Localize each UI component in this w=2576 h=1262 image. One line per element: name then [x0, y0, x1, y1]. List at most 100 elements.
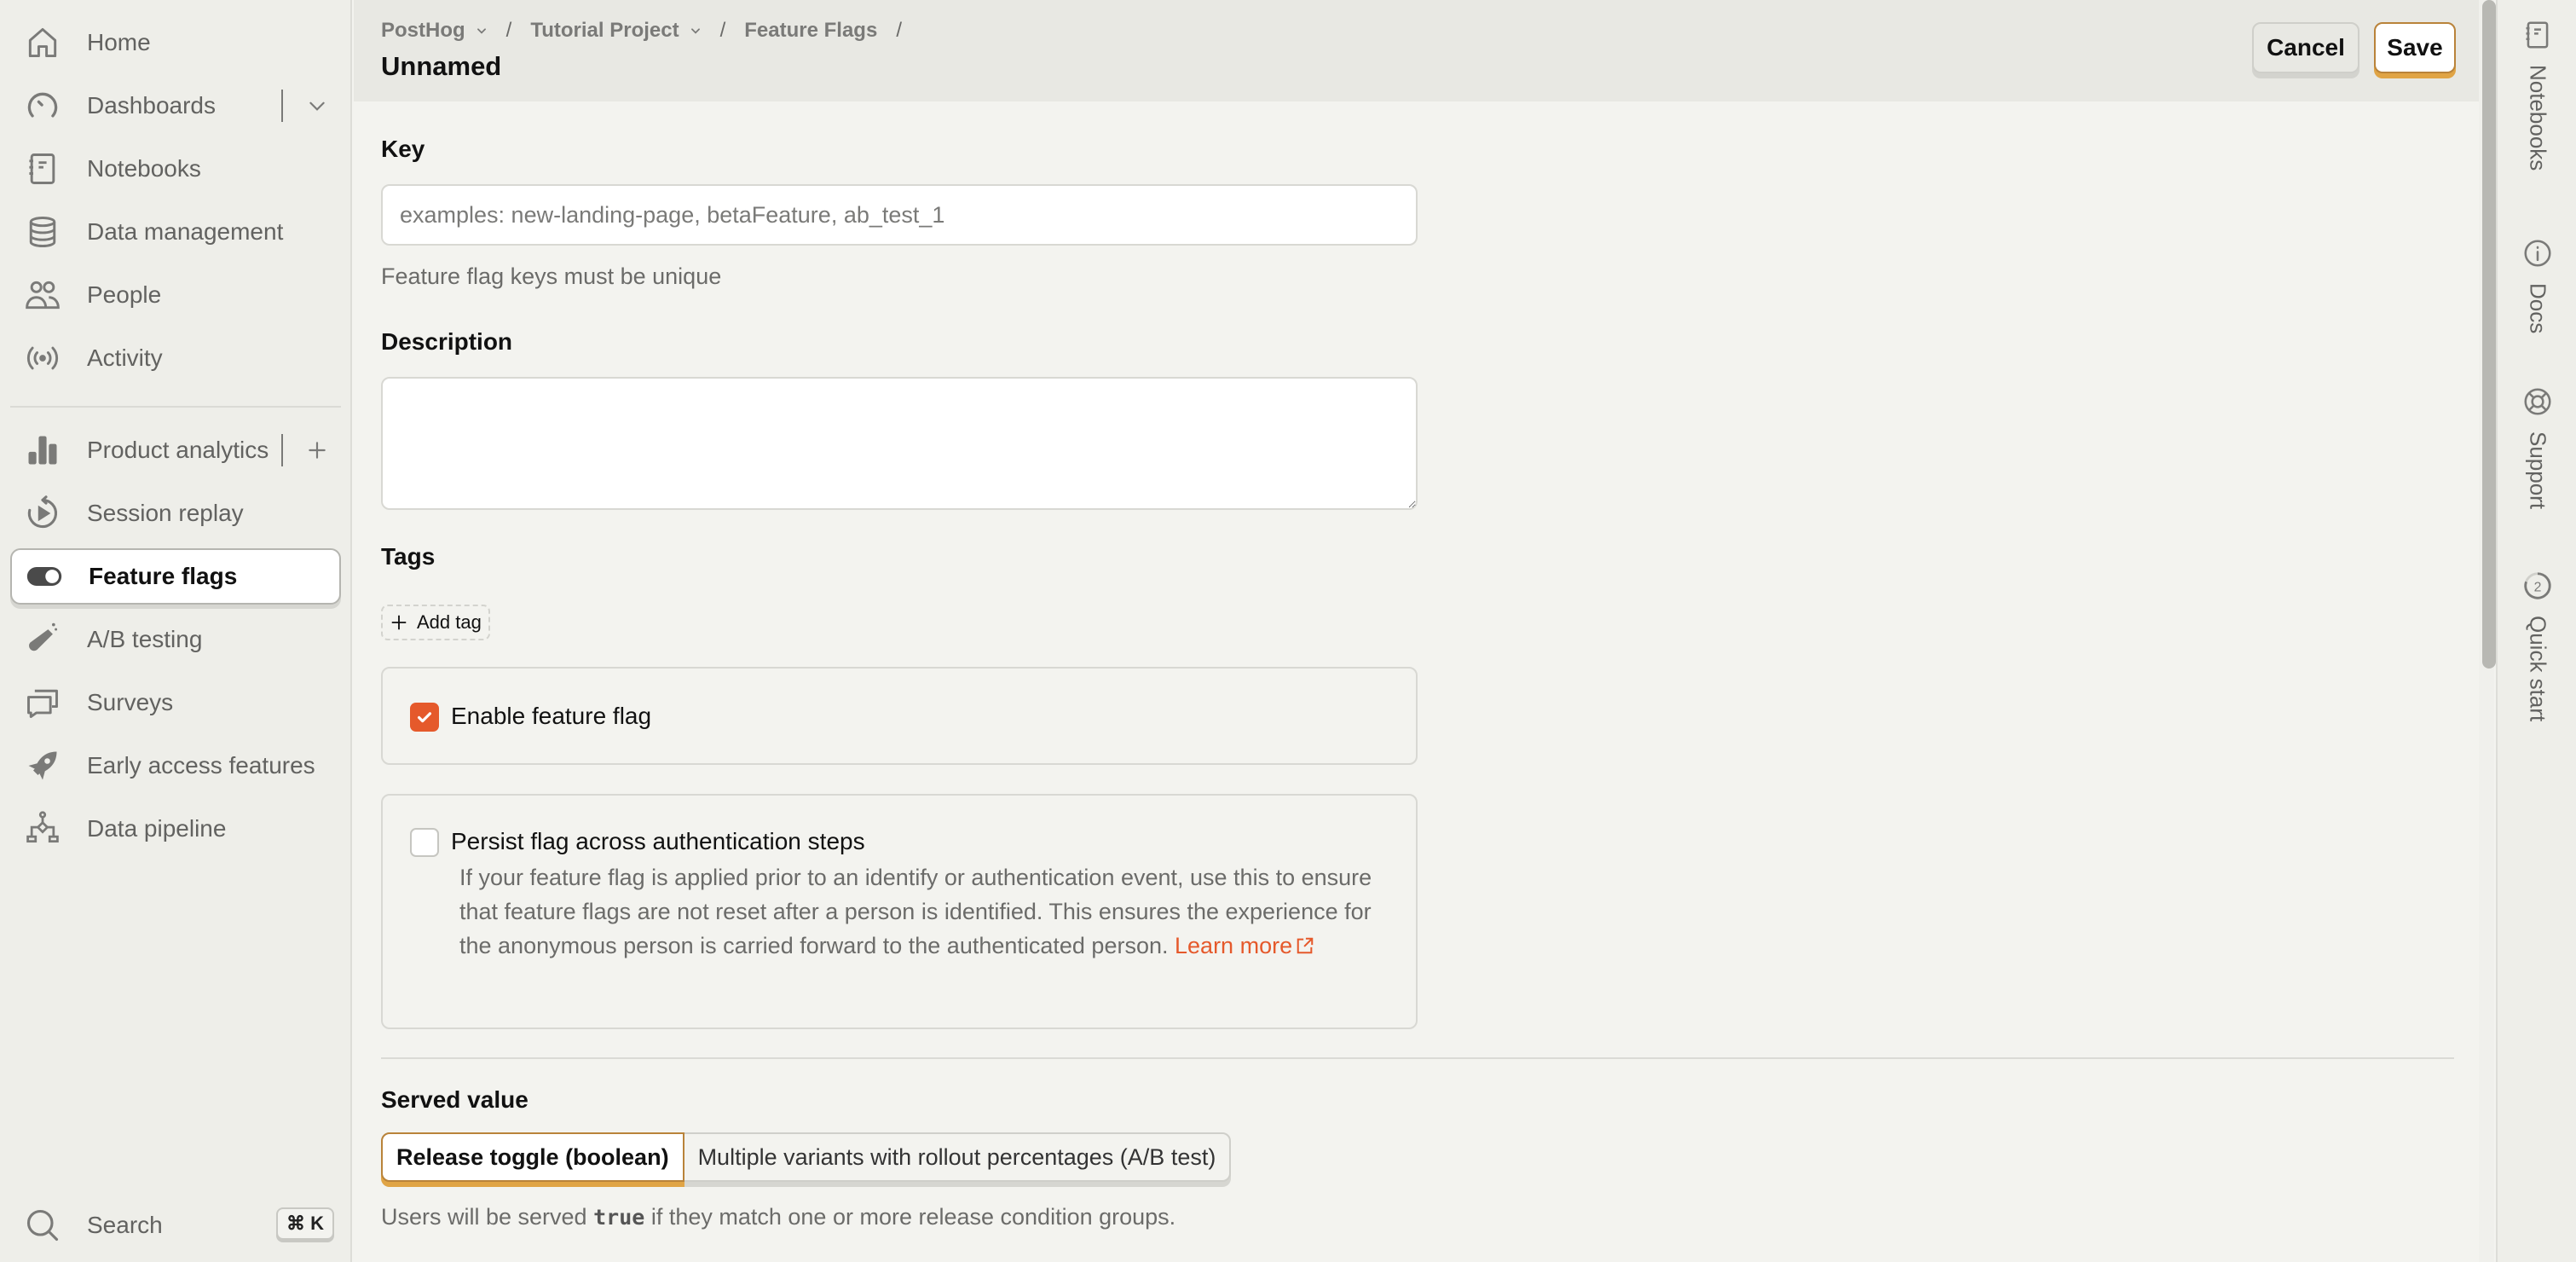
sidebar-item-feature-flags[interactable]: Feature flags — [10, 548, 341, 605]
sidebar-item-label: Session replay — [87, 500, 244, 526]
sidebar-item-people[interactable]: People — [10, 267, 341, 323]
database-icon — [24, 213, 61, 251]
learn-more-label: Learn more — [1175, 933, 1293, 958]
sidebar-item-session-replay[interactable]: Session replay — [10, 485, 341, 541]
page-title: Unnamed — [381, 51, 502, 81]
check-icon — [417, 712, 432, 723]
sidebar-item-data-pipeline[interactable]: Data pipeline — [10, 801, 341, 857]
toggle-icon — [26, 558, 63, 595]
quick-start-badge: 2 — [2534, 580, 2542, 594]
sidebar-item-label: Home — [87, 29, 151, 55]
sidebar-item-label: A/B testing — [87, 626, 203, 652]
breadcrumb-project[interactable]: Tutorial Project — [530, 19, 701, 43]
sidebar-item-ab-testing[interactable]: A/B testing — [10, 611, 341, 668]
chevron-down-icon — [477, 28, 486, 34]
save-button[interactable]: Save — [2374, 22, 2456, 73]
served-value-option-boolean[interactable]: Release toggle (boolean) — [381, 1132, 684, 1182]
dashboards-actions — [281, 88, 331, 124]
notebook-icon — [2526, 21, 2549, 49]
feature-flag-form: Key Feature flag keys must be unique Des… — [354, 101, 2479, 1262]
sidebar-item-surveys[interactable]: Surveys — [10, 674, 341, 731]
sidebar-item-label: Data pipeline — [87, 815, 227, 842]
right-sidebar-label: Docs — [2525, 283, 2551, 334]
sidebar-item-data-management[interactable]: Data management — [10, 204, 341, 260]
right-sidebar-quick-start[interactable]: 2 Quick start — [2498, 570, 2576, 721]
sidebar-item-label: Notebooks — [87, 155, 201, 182]
scrollbar-thumb[interactable] — [2482, 0, 2496, 669]
served-value-segmented-control: Release toggle (boolean) Multiple varian… — [381, 1132, 1232, 1182]
learn-more-link[interactable]: Learn more — [1175, 933, 1314, 958]
breadcrumb-posthog[interactable]: PostHog — [381, 19, 488, 43]
right-sidebar-label: Support — [2525, 431, 2551, 510]
persist-flag-checkbox[interactable] — [410, 828, 439, 857]
right-sidebar: Notebooks Docs Support 2 Quick start — [2496, 0, 2576, 1262]
served-hint-code: true — [593, 1205, 645, 1230]
chat-bubbles-icon — [24, 684, 61, 721]
breadcrumb-label: Tutorial Project — [530, 19, 679, 42]
breadcrumb-feature-flags[interactable]: Feature Flags — [744, 19, 877, 43]
breadcrumb: PostHog / Tutorial Project / Feature Fla… — [381, 19, 921, 43]
key-label: Key — [381, 136, 425, 162]
product-analytics-actions — [281, 432, 331, 468]
served-value-hint: Users will be served true if they match … — [381, 1204, 1175, 1230]
session-replay-icon — [24, 495, 61, 532]
plus-icon — [391, 615, 407, 630]
sidebar-item-notebooks[interactable]: Notebooks — [10, 141, 341, 197]
served-hint-prefix: Users will be served — [381, 1204, 587, 1230]
dashboard-gauge-icon — [24, 87, 61, 124]
sidebar-item-early-access-features[interactable]: Early access features — [10, 738, 341, 794]
sidebar-item-label: People — [87, 281, 162, 308]
description-textarea[interactable] — [381, 377, 1418, 510]
description-label: Description — [381, 328, 513, 355]
search-icon — [24, 1207, 61, 1244]
served-hint-suffix: if they match one or more release condit… — [650, 1204, 1176, 1230]
people-icon — [24, 276, 61, 314]
rocket-icon — [24, 747, 61, 784]
key-hint: Feature flag keys must be unique — [381, 263, 722, 289]
divider — [281, 434, 283, 466]
cancel-button[interactable]: Cancel — [2252, 22, 2359, 73]
key-input[interactable] — [381, 184, 1418, 246]
sidebar-item-label: Data management — [87, 218, 284, 245]
sidebar-search[interactable]: Search ⌘ K — [10, 1197, 341, 1253]
flask-icon — [24, 621, 61, 658]
left-sidebar: Home Dashboards Notebooks Data managemen… — [0, 0, 352, 1262]
right-sidebar-label: Quick start — [2525, 616, 2551, 722]
breadcrumb-separator: / — [719, 19, 726, 42]
pipeline-icon — [24, 810, 61, 848]
right-sidebar-support[interactable]: Support — [2498, 385, 2576, 509]
sidebar-divider — [10, 406, 341, 408]
sidebar-item-home[interactable]: Home — [10, 14, 341, 71]
keyboard-shortcut-badge: ⌘ K — [276, 1207, 334, 1240]
section-divider — [381, 1057, 2454, 1059]
bar-chart-icon — [24, 431, 61, 469]
sidebar-item-label: Dashboards — [87, 92, 216, 119]
divider — [281, 90, 283, 122]
breadcrumb-label: PostHog — [381, 19, 465, 42]
sidebar-item-label: Activity — [87, 344, 163, 371]
persist-flag-card: Persist flag across authentication steps… — [381, 794, 1418, 1029]
enable-flag-checkbox[interactable] — [410, 703, 439, 732]
add-tag-button[interactable]: Add tag — [381, 605, 490, 640]
chevron-down-icon — [690, 28, 700, 34]
right-sidebar-docs[interactable]: Docs — [2498, 237, 2576, 333]
sidebar-item-label: Early access features — [87, 752, 315, 779]
search-label: Search — [87, 1212, 163, 1238]
lifebuoy-icon — [2524, 388, 2551, 415]
activity-broadcast-icon — [24, 339, 61, 377]
progress-ring-icon: 2 — [2524, 572, 2551, 599]
sidebar-item-label: Feature flags — [89, 563, 238, 589]
right-sidebar-label: Notebooks — [2525, 65, 2551, 171]
enable-flag-card: Enable feature flag — [381, 667, 1418, 765]
served-value-option-multivariate[interactable]: Multiple variants with rollout percentag… — [684, 1134, 1230, 1180]
breadcrumb-separator: / — [896, 19, 902, 42]
right-sidebar-notebooks[interactable]: Notebooks — [2498, 19, 2576, 171]
chevron-down-icon[interactable] — [303, 92, 331, 119]
sidebar-item-label: Surveys — [87, 689, 174, 715]
sidebar-item-product-analytics[interactable]: Product analytics — [10, 422, 341, 478]
enable-flag-label: Enable feature flag — [451, 703, 652, 729]
plus-icon[interactable] — [303, 437, 331, 464]
tags-label: Tags — [381, 543, 436, 570]
sidebar-item-activity[interactable]: Activity — [10, 330, 341, 386]
sidebar-item-dashboards[interactable]: Dashboards — [10, 78, 341, 134]
